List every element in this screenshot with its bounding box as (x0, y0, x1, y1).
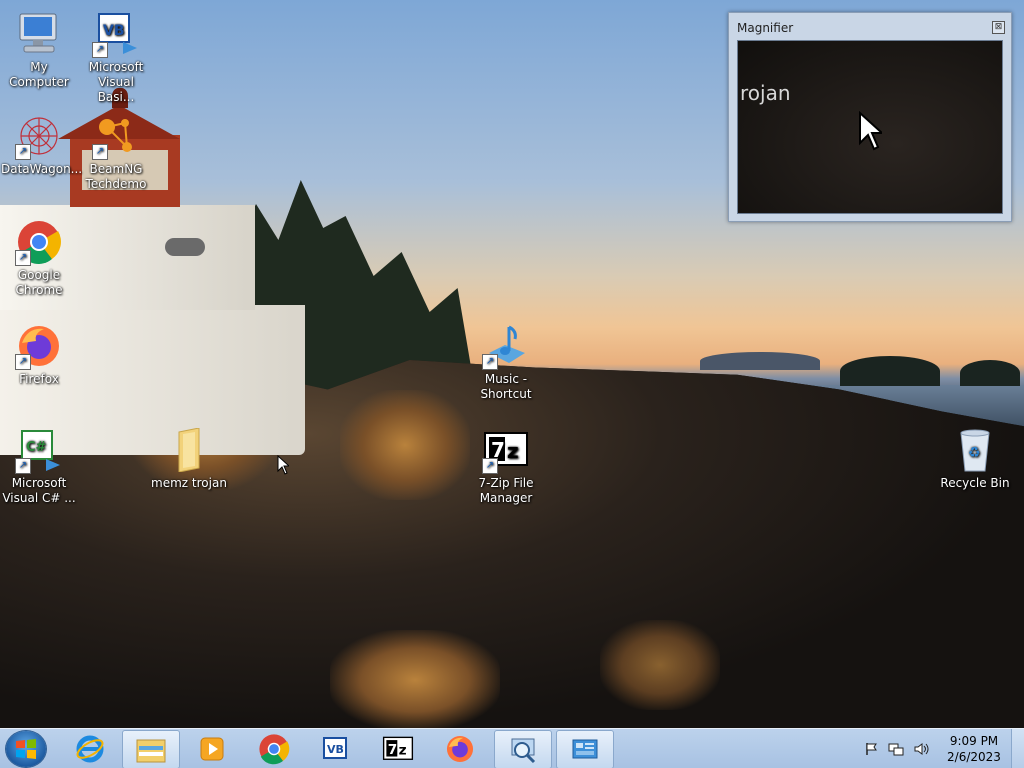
mouse-cursor-icon (277, 454, 291, 479)
wallpaper-island (700, 352, 820, 370)
svg-text:C#: C# (26, 440, 47, 455)
shortcut-arrow-icon: ↗ (92, 144, 108, 160)
show-desktop-button[interactable] (1011, 729, 1024, 768)
chrome-icon (259, 733, 290, 764)
icon-label: Microsoft Visual Basi... (88, 60, 144, 104)
internet-explorer-icon (76, 735, 104, 762)
magnifier-close-button[interactable]: ⊠ (992, 21, 1005, 34)
clock-date: 2/6/2023 (947, 750, 1001, 764)
chrome-icon: ↗ (15, 218, 63, 266)
icon-label: BeamNG Techdemo (85, 162, 147, 191)
magnifier-zoomed-text: rojan (740, 81, 791, 105)
taskbar-firefox[interactable] (432, 730, 488, 767)
wallpaper-rock-highlight (340, 390, 470, 500)
taskbar-internet-explorer[interactable] (62, 730, 118, 767)
magnifier-view: rojan (737, 40, 1003, 214)
shortcut-arrow-icon: ↗ (482, 354, 498, 370)
icon-label: DataWagon... (1, 162, 83, 176)
action-center-flag-icon[interactable] (864, 742, 878, 756)
network-icon[interactable] (888, 742, 904, 756)
taskbar-clock[interactable]: 9:09 PM 2/6/2023 (944, 733, 1004, 765)
desktop-icon-visual-csharp[interactable]: C# ↗ Microsoft Visual C# ... (1, 426, 77, 506)
desktop-icon-7zip[interactable]: 7z ↗ 7-Zip File Manager (468, 426, 544, 506)
folder-icon (136, 739, 166, 762)
desktop-icon-recycle-bin[interactable]: ♻ Recycle Bin (937, 426, 1013, 491)
taskbar-google-chrome[interactable] (246, 730, 302, 767)
beamng-icon: ↗ (92, 112, 140, 160)
taskbar-media-player[interactable] (184, 730, 240, 767)
datawagon-icon: ↗ (15, 112, 63, 160)
firefox-icon (446, 735, 474, 762)
folder-icon (165, 426, 213, 474)
taskbar-windows-explorer[interactable] (122, 730, 180, 768)
desktop-icon-memz-trojan[interactable]: memz trojan (151, 426, 227, 491)
desktop-icon-firefox[interactable]: ↗ Firefox (1, 322, 77, 387)
svg-text:z: z (507, 439, 519, 463)
visual-basic-icon: VB (323, 736, 347, 759)
clock-time: 9:09 PM (949, 734, 999, 748)
wallpaper-island (840, 356, 940, 386)
wallpaper-island (960, 360, 1020, 386)
desktop-icon-datawagon[interactable]: ↗ DataWagon... (1, 112, 83, 177)
recycle-bin-icon: ♻ (951, 426, 999, 474)
shortcut-arrow-icon: ↗ (15, 354, 31, 370)
desktop-icon-visual-basic[interactable]: VB ↗ Microsoft Visual Basi... (78, 10, 154, 105)
svg-text:VB: VB (327, 743, 344, 756)
firefox-icon: ↗ (15, 322, 63, 370)
magnifier-window[interactable]: Magnifier ⊠ rojan (728, 12, 1012, 222)
7zip-icon: 7z ↗ (482, 426, 530, 474)
volume-icon[interactable] (914, 742, 930, 756)
svg-text:z: z (399, 742, 407, 758)
desktop-icon-music-shortcut[interactable]: ↗ Music - Shortcut (468, 322, 544, 402)
icon-label: Music - Shortcut (480, 372, 532, 401)
icon-label: My Computer (9, 60, 69, 89)
visual-csharp-icon: C# ↗ (15, 426, 63, 474)
icon-label: Firefox (19, 372, 59, 386)
taskbar-visual-basic[interactable]: VB (308, 730, 364, 767)
shortcut-arrow-icon: ↗ (482, 458, 498, 474)
shortcut-arrow-icon: ↗ (15, 458, 31, 474)
svg-text:♻: ♻ (968, 445, 981, 461)
desktop-icon-google-chrome[interactable]: ↗ Google Chrome (1, 218, 77, 298)
desktop-icon-beamng[interactable]: ↗ BeamNG Techdemo (78, 112, 154, 192)
start-button[interactable] (6, 731, 46, 767)
magnifier-title: Magnifier (737, 21, 794, 35)
svg-text:VB: VB (103, 23, 125, 39)
wallpaper-rock-highlight (600, 620, 720, 710)
wallpaper-foghorn (165, 238, 205, 256)
taskbar-7zip[interactable]: 7z (370, 730, 426, 767)
visual-basic-icon: VB ↗ (92, 10, 140, 58)
7zip-icon: 7z (382, 736, 414, 760)
computer-icon (15, 10, 63, 58)
icon-label: Google Chrome (15, 268, 63, 297)
wallpaper-rock-highlight (330, 630, 500, 728)
magnified-cursor-icon (858, 110, 885, 155)
icon-label: Recycle Bin (940, 476, 1010, 490)
taskbar: VB 7z 9:09 PM 2/6/2023 (0, 728, 1024, 768)
system-tray (864, 729, 930, 768)
icon-label: memz trojan (151, 476, 227, 490)
magnifier-icon (511, 738, 536, 763)
shortcut-arrow-icon: ↗ (15, 144, 31, 160)
taskbar-magnifier[interactable] (494, 730, 552, 768)
desktop-icon-my-computer[interactable]: My Computer (1, 10, 77, 90)
taskbar-control-panel[interactable] (556, 730, 614, 768)
control-panel-icon (572, 739, 598, 758)
svg-text:7: 7 (388, 741, 398, 757)
icon-label: 7-Zip File Manager (478, 476, 534, 505)
shortcut-arrow-icon: ↗ (15, 250, 31, 266)
music-folder-icon: ↗ (482, 322, 530, 370)
windows-logo-icon (16, 739, 36, 759)
media-player-icon (200, 737, 224, 760)
icon-label: Microsoft Visual C# ... (2, 476, 76, 505)
shortcut-arrow-icon: ↗ (92, 42, 108, 58)
